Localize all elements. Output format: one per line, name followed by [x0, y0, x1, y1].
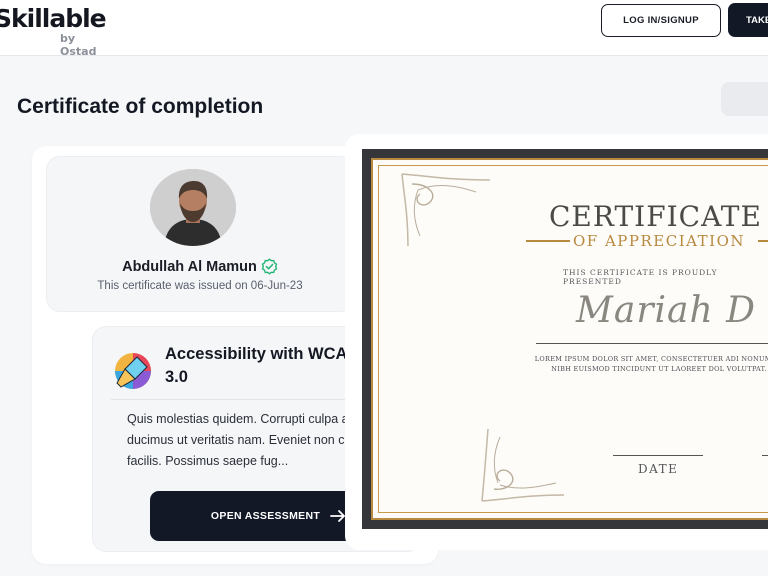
issue-date-text: This certificate was issued on 06-Jun-23: [97, 280, 303, 292]
certificate-recipient-name: Mariah D: [576, 290, 757, 331]
logo-wordmark: Skillable: [0, 4, 107, 33]
divider: [536, 343, 768, 344]
person-name: Abdullah Al Mamun: [122, 258, 257, 275]
divider: [526, 240, 570, 242]
certificate-subtitle: OF APPRECIATION: [573, 232, 746, 250]
certificate-body-text: LOREM IPSUM DOLOR SIT AMET, CONSECTETUER…: [534, 355, 768, 373]
profile-card: Abdullah Al Mamun This certificate was i…: [46, 156, 354, 312]
open-assessment-label: OPEN ASSESSMENT: [210, 510, 321, 522]
logo-subtitle: by Ostad: [60, 32, 97, 58]
arrow-right-icon: [330, 510, 345, 522]
avatar: [150, 169, 236, 246]
top-header: Skillable by Ostad LOG IN/SIGNUP TAKE: [0, 0, 768, 58]
skillable-logo[interactable]: Skillable by Ostad: [0, 4, 107, 58]
login-signup-button[interactable]: LOG IN/SIGNUP: [601, 4, 721, 37]
check-badge-icon: [261, 258, 278, 275]
certificate-date-label: DATE: [638, 462, 679, 476]
certificate-presented-text: THIS CERTIFICATE IS PROUDLY PRESENTED: [563, 268, 718, 286]
action-button-partial[interactable]: [721, 82, 768, 116]
ornament-bottom-left-icon: [481, 428, 565, 502]
paint-brush-icon: [115, 353, 151, 389]
certificate-title: CERTIFICATE: [549, 200, 762, 233]
ornament-top-left-icon: [401, 173, 491, 247]
person-name-row: Abdullah Al Mamun: [47, 258, 353, 275]
take-button[interactable]: TAKE: [728, 3, 768, 37]
divider: [762, 455, 768, 456]
course-title: Accessibility with WCAG 3.0: [165, 345, 361, 386]
divider: [758, 240, 768, 242]
divider: [613, 455, 703, 456]
page-title: Certificate of completion: [17, 95, 264, 118]
